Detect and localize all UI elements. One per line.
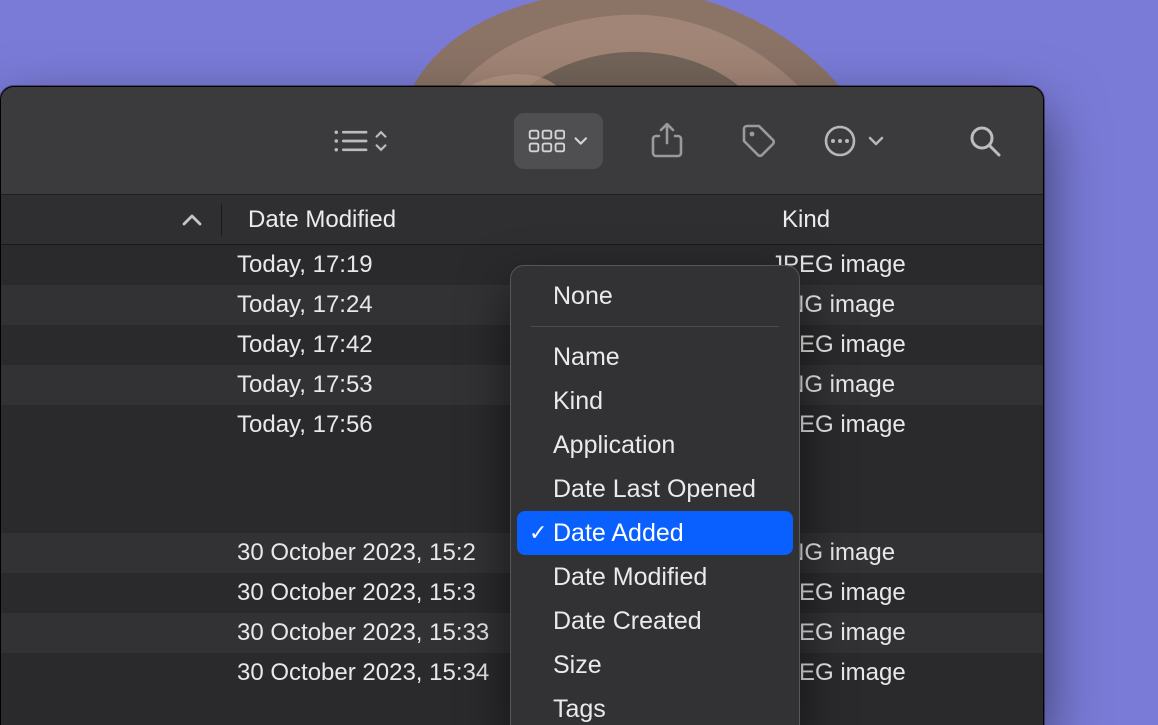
share-button[interactable] xyxy=(639,113,695,169)
column-divider xyxy=(221,204,222,236)
more-actions-button[interactable] xyxy=(823,124,885,158)
chevron-up-icon xyxy=(181,213,203,227)
search-button[interactable] xyxy=(957,113,1013,169)
sort-indicator[interactable] xyxy=(163,213,221,227)
finder-window: Date Modified Kind Today, 17:19 JPEG ima… xyxy=(0,86,1044,725)
group-by-button[interactable] xyxy=(514,113,603,169)
ellipsis-circle-icon xyxy=(823,124,857,158)
group-icon xyxy=(528,126,566,156)
chevron-down-icon xyxy=(573,132,589,150)
dropdown-item-date-added[interactable]: ✓ Date Added xyxy=(517,511,793,555)
dropdown-item-kind[interactable]: Kind xyxy=(511,379,799,423)
chevron-down-icon xyxy=(867,132,885,150)
check-icon: ✓ xyxy=(529,520,547,546)
dropdown-item-date-created[interactable]: Date Created xyxy=(511,599,799,643)
desktop-background: Date Modified Kind Today, 17:19 JPEG ima… xyxy=(0,0,1158,725)
dropdown-item-label: Date Added xyxy=(553,519,684,548)
tags-button[interactable] xyxy=(731,113,787,169)
tag-icon xyxy=(741,123,777,159)
share-icon xyxy=(651,123,683,159)
group-by-dropdown: None Name Kind Application Date Last Ope… xyxy=(510,265,800,725)
column-header-kind[interactable]: Kind xyxy=(762,206,1043,234)
view-list-button[interactable] xyxy=(331,113,389,169)
column-header-date-modified[interactable]: Date Modified xyxy=(232,206,612,234)
toolbar xyxy=(1,87,1043,195)
dropdown-item-date-last-opened[interactable]: Date Last Opened xyxy=(511,467,799,511)
dropdown-item-none[interactable]: None xyxy=(511,274,799,318)
dropdown-item-date-modified[interactable]: Date Modified xyxy=(511,555,799,599)
list-icon xyxy=(331,124,389,158)
dropdown-item-tags[interactable]: Tags xyxy=(511,687,799,725)
dropdown-separator xyxy=(531,326,779,327)
dropdown-item-name[interactable]: Name xyxy=(511,335,799,379)
search-icon xyxy=(968,124,1002,158)
dropdown-item-size[interactable]: Size xyxy=(511,643,799,687)
dropdown-item-application[interactable]: Application xyxy=(511,423,799,467)
column-header-row: Date Modified Kind xyxy=(1,195,1043,245)
